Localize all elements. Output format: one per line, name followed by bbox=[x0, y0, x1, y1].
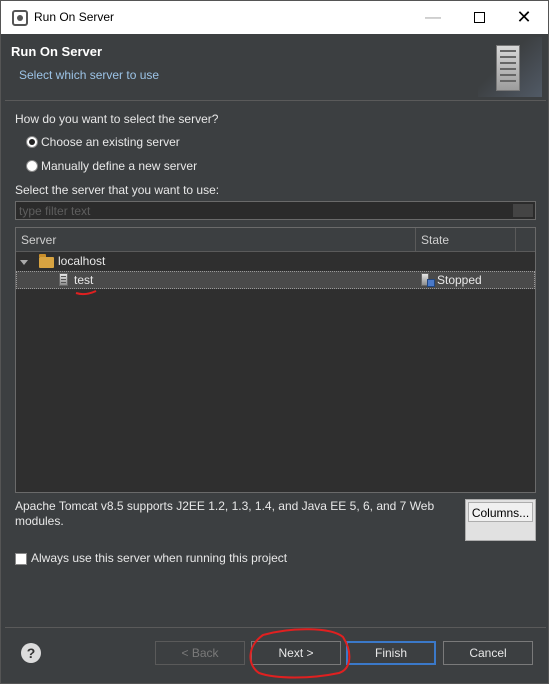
help-button[interactable]: ? bbox=[21, 643, 41, 663]
minimize-button[interactable]: — bbox=[410, 1, 456, 34]
finish-button[interactable]: Finish bbox=[346, 641, 436, 665]
select-method-question: How do you want to select the server? bbox=[15, 112, 219, 126]
server-table[interactable]: Server State localhost test Stopped bbox=[15, 227, 536, 493]
manual-server-label[interactable]: Manually define a new server bbox=[41, 159, 197, 173]
title-bar: Run On Server — ✕ bbox=[1, 1, 548, 34]
filter-field[interactable] bbox=[15, 201, 536, 220]
server-banner-icon bbox=[478, 37, 542, 97]
wizard-header: Run On Server Select which server to use bbox=[5, 35, 546, 99]
manual-server-radio[interactable] bbox=[26, 160, 38, 172]
eclipse-app-icon bbox=[12, 10, 28, 26]
wizard-subtitle: Select which server to use bbox=[19, 68, 160, 82]
tree-row-localhost[interactable]: localhost bbox=[16, 253, 535, 271]
wizard-content: How do you want to select the server? Ch… bbox=[5, 101, 546, 626]
clear-filter-icon[interactable] bbox=[513, 204, 533, 217]
expand-arrow-icon[interactable] bbox=[20, 260, 28, 265]
columns-button-label[interactable]: Columns... bbox=[468, 502, 533, 522]
close-button[interactable]: ✕ bbox=[501, 1, 547, 34]
maximize-icon bbox=[473, 12, 485, 24]
table-row[interactable]: test Stopped bbox=[16, 271, 535, 289]
cancel-button[interactable]: Cancel bbox=[443, 641, 533, 665]
server-select-label: Select the server that you want to use: bbox=[15, 183, 220, 197]
table-header: Server State bbox=[16, 228, 535, 252]
server-state: Stopped bbox=[437, 273, 482, 287]
folder-icon bbox=[39, 254, 54, 268]
back-button[interactable]: < Back bbox=[155, 641, 245, 665]
run-on-server-dialog: Run On Server — ✕ Run On Server Select w… bbox=[0, 0, 549, 684]
always-use-checkbox[interactable] bbox=[15, 553, 27, 565]
host-label: localhost bbox=[58, 254, 106, 268]
wizard-footer: ? < Back Next > Finish Cancel bbox=[5, 628, 546, 680]
wizard-title: Run On Server bbox=[11, 44, 103, 59]
server-icon bbox=[59, 273, 68, 286]
server-description: Apache Tomcat v8.5 supports J2EE 1.2, 1.… bbox=[15, 499, 435, 528]
filter-input[interactable] bbox=[16, 202, 511, 219]
next-button[interactable]: Next > bbox=[251, 641, 341, 665]
columns-button[interactable]: Columns... bbox=[465, 499, 536, 541]
server-name: test bbox=[74, 273, 94, 287]
column-header-server[interactable]: Server bbox=[16, 228, 416, 252]
stopped-server-icon bbox=[421, 273, 435, 287]
maximize-button[interactable] bbox=[456, 1, 502, 34]
window-title: Run On Server bbox=[34, 10, 115, 24]
existing-server-label[interactable]: Choose an existing server bbox=[41, 135, 180, 149]
always-use-label[interactable]: Always use this server when running this… bbox=[31, 551, 287, 565]
existing-server-radio[interactable] bbox=[26, 136, 38, 148]
column-header-state[interactable]: State bbox=[416, 228, 516, 252]
